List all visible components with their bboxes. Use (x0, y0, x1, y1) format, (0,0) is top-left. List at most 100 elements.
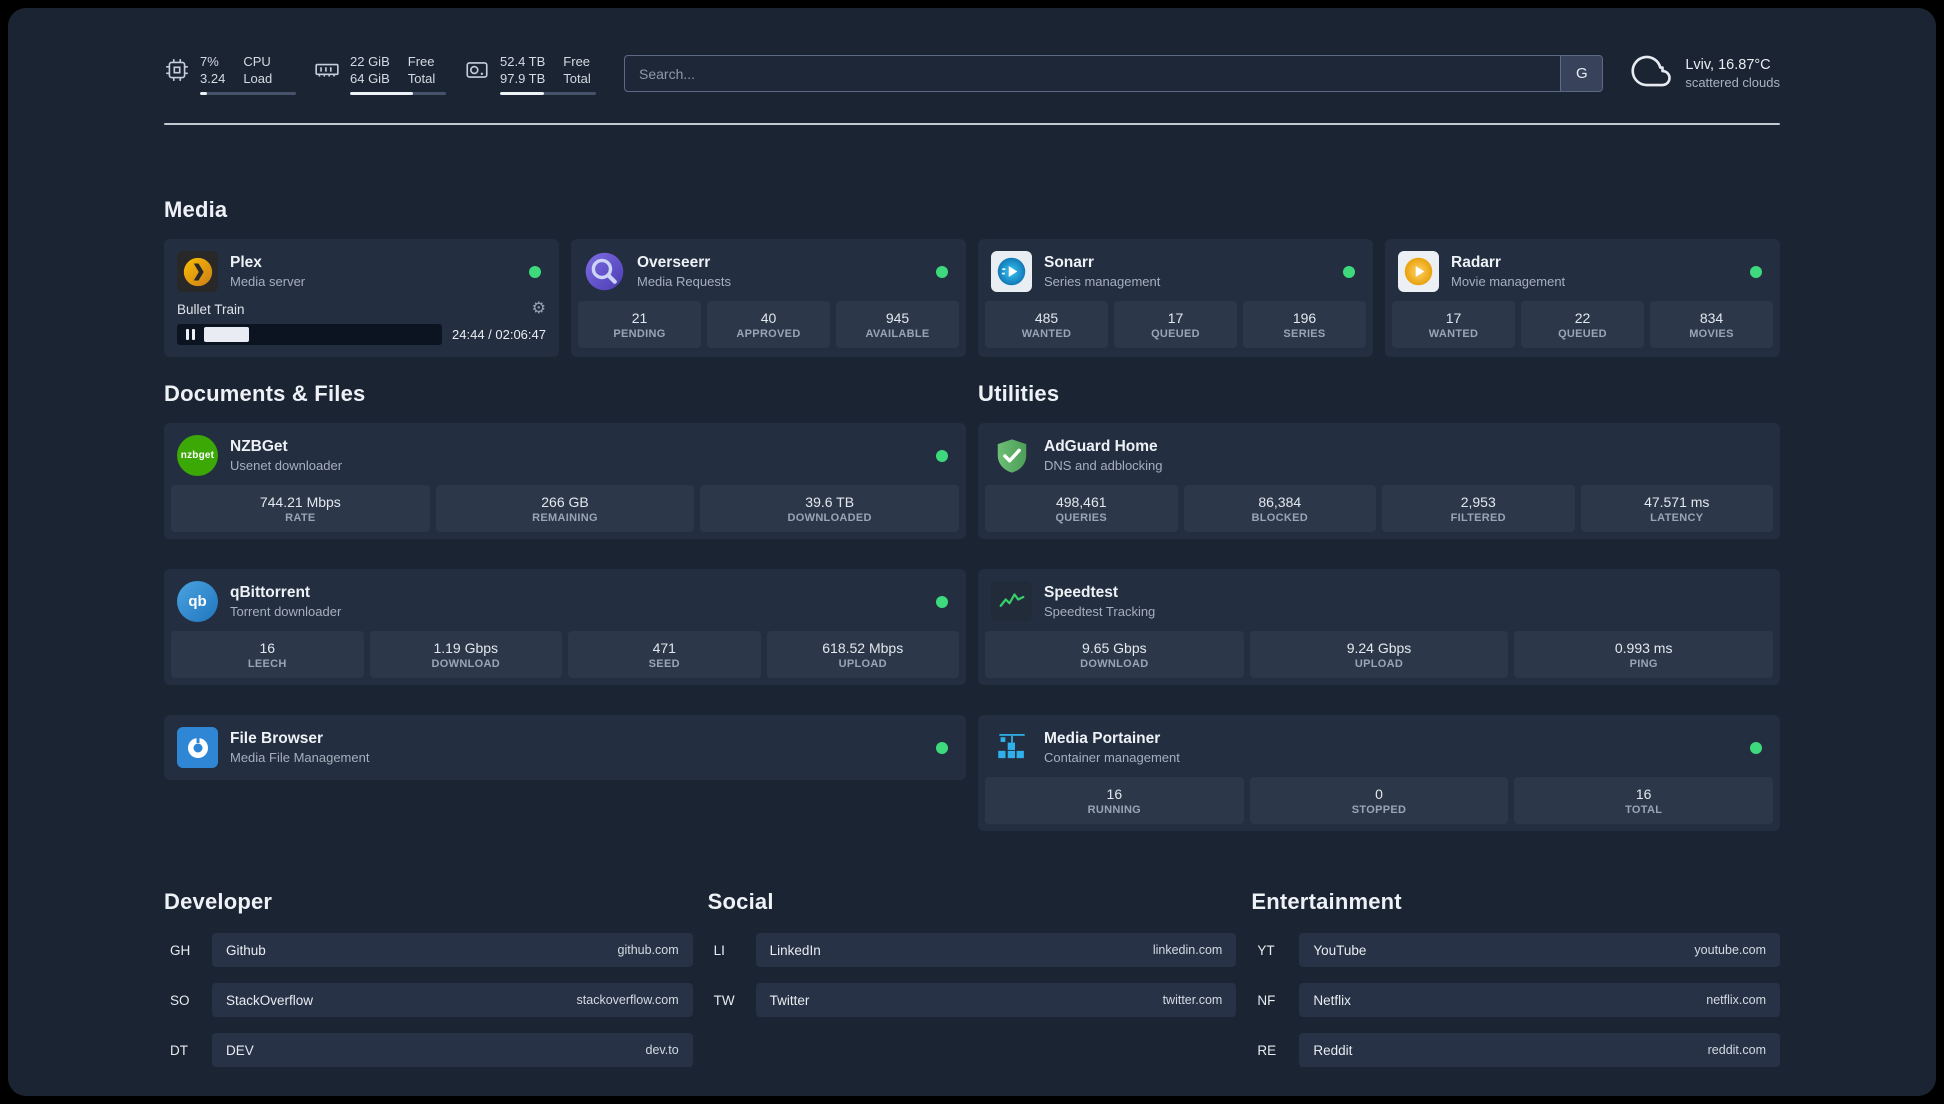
stat-value: 471 (652, 639, 676, 656)
bookmark-domain: linkedin.com (1152, 943, 1223, 957)
stat-label: AVAILABLE (865, 327, 930, 340)
stat-value: 945 (885, 309, 910, 326)
bookmark-name: DEV (226, 1042, 254, 1058)
adguard-icon (991, 435, 1032, 476)
service-card-filebrowser[interactable]: File Browser Media File Management (164, 715, 966, 780)
search-input[interactable] (625, 56, 1561, 91)
service-card-plex[interactable]: Plex Media server Bullet Train ⚙ 24:44 /… (164, 239, 559, 357)
stat-tile: 17 WANTED (1392, 301, 1515, 348)
bookmarks-entertainment: Entertainment YT YouTube youtube.com NF … (1251, 889, 1780, 1067)
stat-tile: 16 TOTAL (1514, 777, 1774, 824)
stat-tile: 21 PENDING (578, 301, 701, 348)
service-name: AdGuard Home (1044, 438, 1158, 455)
bookmark-abbr: YT (1257, 942, 1275, 958)
service-name: Media Portainer (1044, 730, 1161, 747)
bookmark-netflix[interactable]: NF Netflix netflix.com (1251, 983, 1780, 1017)
memory-total-value: 64 GiB (350, 70, 390, 86)
stat-value: 39.6 TB (805, 493, 855, 510)
service-card-portainer[interactable]: Media Portainer Container management 16 … (978, 715, 1780, 831)
stat-value: 0.993 ms (1614, 639, 1673, 656)
stat-tile: 40 APPROVED (707, 301, 830, 348)
cpu-progress-bar (200, 91, 296, 95)
weather-location: Lviv, 16.87°C (1685, 57, 1771, 73)
stat-value: 22 (1574, 309, 1591, 326)
bookmark-pill: YouTube youtube.com (1299, 933, 1780, 967)
service-card-speedtest[interactable]: Speedtest Speedtest Tracking 9.65 Gbps D… (978, 569, 1780, 685)
bookmark-linkedin[interactable]: LI LinkedIn linkedin.com (708, 933, 1237, 967)
service-desc: DNS and adblocking (1044, 458, 1163, 473)
stat-label: UPLOAD (1354, 657, 1404, 670)
stat-value: 196 (1292, 309, 1317, 326)
stat-tile: 618.52 Mbps UPLOAD (766, 631, 959, 678)
stat-label: DOWNLOAD (1080, 657, 1149, 670)
service-name: Overseerr (637, 254, 711, 271)
memory-free-label: Free (407, 53, 435, 69)
bookmark-pill: LinkedIn linkedin.com (755, 933, 1237, 967)
nzbget-icon: nzbget (177, 435, 218, 476)
weather-condition: scattered clouds (1685, 75, 1780, 90)
cpu-widget: 7% 3.24 CPU Load (164, 53, 296, 95)
social-section-title: Social (707, 889, 774, 914)
bookmark-name: Netflix (1313, 992, 1351, 1008)
stat-tile: 47.571 ms LATENCY (1580, 485, 1773, 532)
stat-label: SEED (648, 657, 680, 670)
stat-tile: 0 STOPPED (1249, 777, 1509, 824)
speedtest-icon (991, 581, 1032, 622)
memory-icon (314, 57, 340, 88)
service-card-qbittorrent[interactable]: qb qBittorrent Torrent downloader 16 LEE… (164, 569, 966, 685)
service-name: File Browser (230, 730, 324, 747)
status-dot (1343, 265, 1355, 278)
radarr-icon (1398, 251, 1439, 292)
service-card-overseerr[interactable]: Overseerr Media Requests 21 PENDING 40 A… (571, 239, 966, 357)
bookmark-name: Reddit (1313, 1042, 1353, 1058)
service-card-radarr[interactable]: Radarr Movie management 17 WANTED 22 QUE… (1385, 239, 1780, 357)
stat-tile: 9.24 Gbps UPLOAD (1249, 631, 1509, 678)
stat-value: 16 (1106, 785, 1123, 802)
pause-icon[interactable] (177, 329, 204, 340)
stat-value: 17 (1167, 309, 1184, 326)
stat-tile: 2,953 FILTERED (1382, 485, 1575, 532)
overseerr-icon (584, 251, 625, 292)
status-dot (529, 265, 541, 278)
cpu-load-value: 3.24 (200, 70, 226, 86)
disk-free-label: Free (563, 53, 591, 69)
disk-widget: 52.4 TB 97.9 TB Free Total (464, 53, 596, 95)
stat-tile: 266 GB REMAINING (435, 485, 695, 532)
disk-free-value: 52.4 TB (500, 53, 546, 69)
stat-value: 744.21 Mbps (259, 493, 341, 510)
bookmark-abbr: RE (1257, 1042, 1277, 1058)
service-desc: Series management (1044, 274, 1161, 289)
service-desc: Torrent downloader (230, 604, 342, 619)
gear-icon[interactable]: ⚙ (532, 301, 546, 317)
header-divider (164, 123, 1780, 125)
bookmark-stackoverflow[interactable]: SO StackOverflow stackoverflow.com (164, 983, 693, 1017)
stat-label: QUEUED (1558, 327, 1607, 340)
bookmark-youtube[interactable]: YT YouTube youtube.com (1251, 933, 1780, 967)
stat-value: 266 GB (541, 493, 589, 510)
stat-tile: 471 SEED (568, 631, 761, 678)
bookmark-pill: Reddit reddit.com (1299, 1033, 1780, 1067)
status-dot (936, 595, 948, 608)
service-desc: Media server (230, 274, 306, 289)
stat-label: BLOCKED (1251, 511, 1308, 524)
bookmark-abbr: DT (170, 1042, 188, 1058)
bookmark-dev[interactable]: DT DEV dev.to (164, 1033, 693, 1067)
bookmark-reddit[interactable]: RE Reddit reddit.com (1251, 1033, 1780, 1067)
service-card-sonarr[interactable]: Sonarr Series management 485 WANTED 17 Q… (978, 239, 1373, 357)
status-dot (1750, 265, 1762, 278)
stat-label: QUERIES (1055, 511, 1108, 524)
bookmark-pill: DEV dev.to (212, 1033, 693, 1067)
search-provider-button[interactable]: G (1560, 56, 1603, 91)
section-utilities: Utilities AdGuard Home DNS and adblockin… (978, 381, 1780, 831)
status-dot (936, 265, 948, 278)
plex-progress-track[interactable] (177, 324, 443, 345)
bookmark-twitter[interactable]: TW Twitter twitter.com (708, 983, 1237, 1017)
stat-value: 485 (1034, 309, 1059, 326)
service-card-adguard[interactable]: AdGuard Home DNS and adblocking 498,461 … (978, 423, 1780, 539)
bookmark-domain: youtube.com (1694, 943, 1766, 957)
service-card-nzbget[interactable]: nzbget NZBGet Usenet downloader 744.21 M… (164, 423, 966, 539)
cpu-icon (164, 57, 190, 88)
bookmark-github[interactable]: GH Github github.com (164, 933, 693, 967)
stat-label: UPLOAD (838, 657, 887, 670)
stat-label: LEECH (247, 657, 287, 670)
